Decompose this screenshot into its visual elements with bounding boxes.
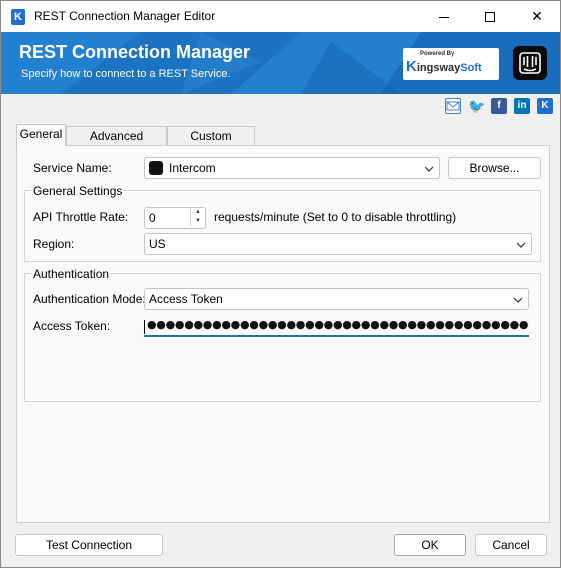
throttle-rate-value: 0	[149, 211, 156, 225]
ok-button[interactable]: OK	[394, 534, 466, 556]
brand-soft: Soft	[460, 62, 482, 74]
region-value: US	[149, 237, 166, 251]
text-cursor	[144, 320, 145, 334]
chevron-down-icon	[425, 166, 433, 172]
access-token-label: Access Token:	[33, 319, 111, 333]
maximize-button[interactable]	[467, 1, 513, 32]
service-name-select[interactable]: Intercom	[144, 157, 440, 179]
auth-mode-value: Access Token	[149, 292, 223, 306]
spin-down-icon[interactable]: ▼	[191, 217, 205, 226]
service-name-label: Service Name:	[33, 161, 112, 175]
twitter-icon[interactable]: 🐦	[468, 98, 485, 114]
brand-powered-by: Powered By	[420, 51, 455, 57]
throttle-label: API Throttle Rate:	[33, 210, 129, 224]
service-name-value: Intercom	[169, 161, 216, 175]
chevron-down-icon	[517, 242, 525, 248]
region-select[interactable]: US	[144, 233, 532, 255]
access-token-masked: ●●●●●●●●●●●●●●●●●●●●●●●●●●●●●●●●●●●●●●●●…	[147, 318, 529, 331]
authentication-title: Authentication	[32, 267, 111, 281]
close-icon: ✕	[531, 8, 543, 24]
mail-icon[interactable]	[445, 98, 461, 114]
test-connection-button[interactable]: Test Connection	[15, 534, 163, 556]
header-banner: REST Connection Manager Specify how to c…	[1, 32, 560, 94]
close-button[interactable]: ✕	[514, 1, 560, 32]
kingsway-app-icon: K	[11, 9, 25, 25]
brand-wordmark: KingswaySoft	[406, 58, 482, 75]
brand-ingsway: ingsway	[416, 62, 461, 74]
auth-mode-label: Authentication Mode:	[33, 292, 146, 306]
brand-k: K	[406, 58, 417, 75]
region-label: Region:	[33, 237, 75, 251]
tab-general[interactable]: General	[16, 124, 66, 146]
cancel-button[interactable]: Cancel	[475, 534, 547, 556]
banner-title: REST Connection Manager	[19, 42, 251, 62]
minimize-button[interactable]	[421, 1, 467, 32]
minimize-icon	[439, 16, 449, 18]
access-token-input[interactable]: ●●●●●●●●●●●●●●●●●●●●●●●●●●●●●●●●●●●●●●●●…	[144, 317, 529, 337]
kingswaysoft-logo: Powered By KingswaySoft	[403, 48, 499, 80]
facebook-icon[interactable]: f	[491, 98, 507, 114]
spin-up-icon[interactable]: ▲	[191, 208, 205, 217]
kingsway-icon[interactable]: K	[537, 98, 553, 114]
throttle-hint: requests/minute (Set to 0 to disable thr…	[214, 210, 457, 224]
general-settings-title: General Settings	[32, 184, 124, 198]
window-title: REST Connection Manager Editor	[34, 9, 216, 23]
auth-mode-select[interactable]: Access Token	[144, 288, 529, 310]
maximize-icon	[485, 12, 495, 23]
dialog-window: K REST Connection Manager Editor ✕ REST …	[0, 0, 561, 568]
throttle-spinner[interactable]: ▲ ▼	[190, 208, 205, 226]
tab-advanced-settings[interactable]: Advanced Settings	[66, 126, 167, 161]
browse-button[interactable]: Browse...	[448, 157, 541, 179]
tab-custom-headers[interactable]: Custom Headers	[167, 126, 255, 161]
banner-subtitle: Specify how to connect to a REST Service…	[21, 68, 231, 80]
title-bar: K REST Connection Manager Editor ✕	[1, 1, 560, 32]
linkedin-icon[interactable]: in	[514, 98, 530, 114]
intercom-logo-icon	[513, 46, 547, 80]
intercom-service-icon	[149, 161, 163, 175]
chevron-down-icon	[514, 297, 522, 303]
